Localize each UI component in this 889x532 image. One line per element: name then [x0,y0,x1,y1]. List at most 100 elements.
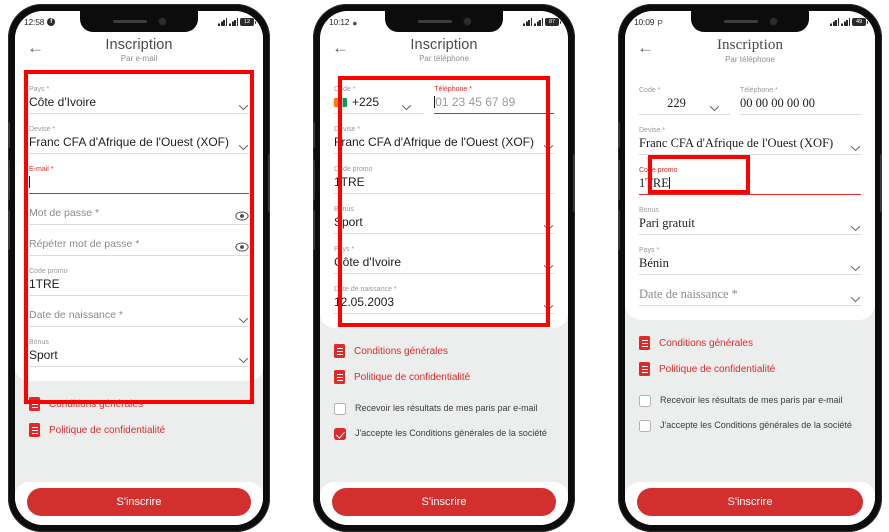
field-bonus[interactable]: Bonus Pari gratuit [639,199,861,239]
checkbox-accepte-conditions[interactable] [334,428,346,441]
link-politique-confidentialite[interactable]: Politique de confidentialité [29,417,249,443]
field-underline-focused [434,113,554,115]
field-label: Bonus [639,207,659,215]
page-title: Inscription [410,37,478,53]
phone-2-volume-down-button[interactable] [313,210,315,250]
field-telephone[interactable]: Téléphone * 01 23 45 67 89 [434,78,554,118]
phone-2-power-button[interactable] [573,154,575,212]
field-date-de-naissance[interactable]: Date de naissance * 12.05.2003 [334,278,554,318]
phone-1-submit-area: S'inscrire [15,482,263,525]
document-icon [334,344,345,359]
back-arrow-icon[interactable]: ← [332,39,349,56]
field-repeter-mot-de-passe[interactable]: Répéter mot de passe * [29,229,249,260]
phone-number-row: Code * +225 Téléphone * 01 23 45 67 89 [334,78,554,118]
signal-bars-2-icon [841,18,850,26]
field-code-pays[interactable]: Code * 229 [639,79,731,119]
phone-2-mute-button[interactable] [313,122,315,148]
eye-icon[interactable] [235,211,249,221]
field-pays[interactable]: Pays * Côte d'Ivoire [334,238,554,278]
field-date-de-naissance[interactable]: Date de naissance * [29,300,249,331]
link-label: Politique de confidentialité [659,363,776,375]
checkbox-recevoir-resultats[interactable] [639,395,651,408]
back-arrow-icon[interactable]: ← [27,39,44,56]
field-pays[interactable]: Pays * Bénin [639,239,861,279]
field-underline [334,313,554,315]
phone-1-scroll[interactable]: Pays * Côte d'Ivoire Devise * Franc CFA … [15,72,263,524]
phone-3-checkboxes: Recevoir les résultats de mes paris par … [625,386,875,444]
phone-1-app-header: ← Inscription Par e-mail [15,33,263,72]
field-underline [334,153,554,155]
field-date-de-naissance[interactable]: Date de naissance * [639,279,861,310]
field-code-pays[interactable]: Code * +225 [334,78,425,118]
phone-2-volume-up-button[interactable] [313,160,315,200]
phone-3-notch [691,11,809,32]
phone-1-volume-down-button[interactable] [8,210,10,250]
field-code-promo[interactable]: Code promo 1TRE [334,158,554,198]
phone-3-scroll[interactable]: Code * 229 Téléphone * 00 00 00 00 00 De… [625,73,875,525]
field-value [29,174,249,190]
field-devise[interactable]: Devise * Franc CFA d'Afrique de l'Ouest … [639,119,861,159]
link-politique-confidentialite[interactable]: Politique de confidentialité [334,364,554,390]
checkbox-accepte-conditions[interactable] [639,420,651,433]
phone-3-mute-button[interactable] [618,122,620,148]
field-code-promo[interactable]: Code promo 1TRE [639,159,861,199]
page-subtitle: Par e-mail [120,54,158,63]
field-code-promo[interactable]: Code promo 1TRE [29,260,249,300]
eye-icon[interactable] [235,242,249,252]
submit-button[interactable]: S'inscrire [332,488,556,516]
phone-3-power-button[interactable] [880,154,882,212]
field-email[interactable]: E-mail * [29,158,249,198]
speaker-icon [112,19,147,24]
phone-1-volume-up-button[interactable] [8,160,10,200]
checkbox-row-accepte-conditions[interactable]: J'accepte les Conditions générales de la… [639,413,861,438]
cote-divoire-flag-icon [334,98,347,107]
chevron-down-icon [850,226,861,232]
page-subtitle: Par téléphone [725,55,775,64]
status-time: 10:12 [329,17,350,27]
field-devise[interactable]: Devise * Franc CFA d'Afrique de l'Ouest … [334,118,554,158]
phone-1-mute-button[interactable] [8,122,10,148]
phone-3-screen: 10:09 P 49 ← Inscription Par téléphone C… [625,11,875,525]
checkbox-recevoir-resultats[interactable] [334,403,346,416]
field-bonus[interactable]: Bonus Sport [29,331,249,371]
document-icon [334,370,345,385]
field-label: E-mail * [29,166,54,173]
field-bonus[interactable]: Bonus Sport [334,198,554,238]
phone-1-power-button[interactable] [268,154,270,212]
phone-2-scroll[interactable]: Code * +225 Téléphone * 01 23 45 67 89 D… [320,72,568,524]
field-label: Code * [639,87,661,94]
field-mot-de-passe[interactable]: Mot de passe * [29,198,249,229]
phone-3-volume-up-button[interactable] [618,160,620,200]
phone-3-links: Conditions générales Politique de confid… [625,320,875,386]
phone-1-form-card: Pays * Côte d'Ivoire Devise * Franc CFA … [15,72,263,382]
field-underline [639,154,861,155]
chevron-down-icon [850,266,861,272]
field-devise[interactable]: Devise * Franc CFA d'Afrique de l'Ouest … [29,118,249,158]
battery-icon: 49 [852,18,868,26]
field-label: Date de naissance * [639,287,738,302]
checkbox-row-recevoir-resultats[interactable]: Recevoir les résultats de mes paris par … [334,396,554,421]
checkbox-row-recevoir-resultats[interactable]: Recevoir les résultats de mes paris par … [639,388,861,413]
field-label: Mot de passe * [29,207,100,220]
submit-button[interactable]: S'inscrire [637,488,863,516]
phone-3-volume-down-button[interactable] [618,210,620,250]
checkbox-label: Recevoir les résultats de mes paris par … [660,395,843,406]
checkbox-label: J'accepte les Conditions générales de la… [660,420,852,431]
link-conditions-generales[interactable]: Conditions générales [639,330,861,356]
submit-button[interactable]: S'inscrire [27,488,251,516]
speaker-icon [417,19,452,24]
field-underline-focused [29,193,249,195]
field-pays[interactable]: Pays * Côte d'Ivoire [29,78,249,118]
checkbox-row-accepte-conditions[interactable]: J'accepte les Conditions générales de la… [334,421,554,446]
link-conditions-generales[interactable]: Conditions générales [29,391,249,417]
phone-2-checkboxes: Recevoir les résultats de mes paris par … [320,394,568,452]
field-label: Devise * [639,127,666,134]
link-conditions-generales[interactable]: Conditions générales [334,338,554,364]
chevron-down-icon [238,318,249,324]
phone-1-screen: 12:58 f 12 ← Inscription Par e-mail Pays… [15,11,263,525]
link-politique-confidentialite[interactable]: Politique de confidentialité [639,356,861,382]
back-arrow-icon[interactable]: ← [637,39,654,56]
field-label: Bonus [334,206,354,214]
phone-1: 12:58 f 12 ← Inscription Par e-mail Pays… [8,4,270,532]
field-telephone[interactable]: Téléphone * 00 00 00 00 00 [740,79,861,119]
